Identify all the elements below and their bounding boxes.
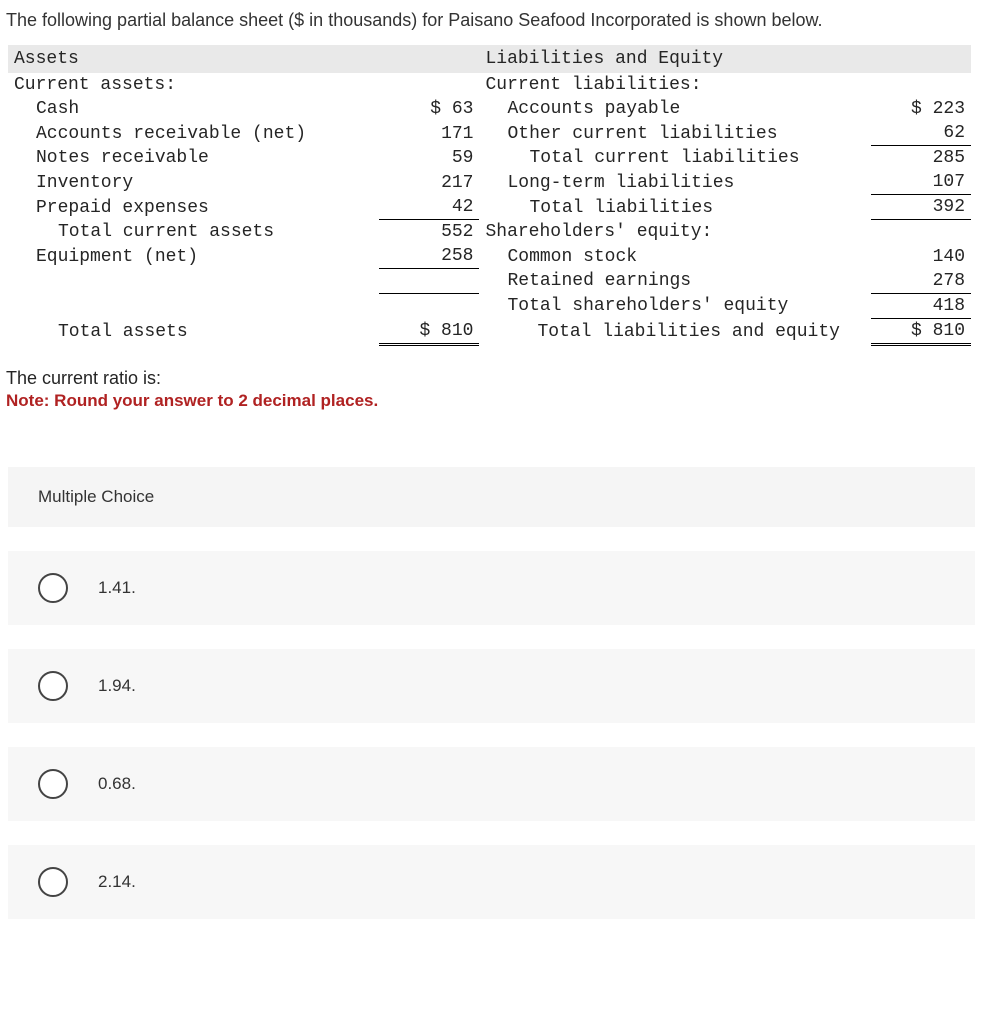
cash-amount: $ 63 [379,97,479,121]
radio-icon [38,867,68,897]
current-liabilities-title: Current liabilities: [479,73,971,97]
accounts-payable-amount: $ 223 [871,97,971,121]
tl-label: Total liabilities [479,195,870,220]
se-title: Shareholders' equity: [479,220,870,245]
radio-icon [38,671,68,701]
cs-amount: 140 [871,244,971,269]
assets-header: Assets [8,45,479,73]
ar-amount: 171 [379,121,479,146]
eq-label: Equipment (net) [8,244,379,269]
blank-label-2 [8,293,379,318]
option-d[interactable]: 2.14. [8,845,975,919]
current-assets-title: Current assets: [8,73,479,97]
eq-amount: 258 [379,244,479,269]
option-a-label: 1.41. [98,578,136,598]
pp-amount: 42 [379,195,479,220]
re-label: Retained earnings [479,269,870,294]
page: The following partial balance sheet ($ i… [0,0,983,959]
inv-amount: 217 [379,170,479,195]
liab-equity-header: Liabilities and Equity [479,45,971,73]
radio-icon [38,573,68,603]
option-c-label: 0.68. [98,774,136,794]
ta-label: Total assets [8,318,379,344]
blank-amount-3 [379,293,479,318]
ltl-label: Long-term liabilities [479,170,870,195]
rounding-note: Note: Round your answer to 2 decimal pla… [0,389,983,411]
multiple-choice-heading: Multiple Choice [8,467,975,527]
tca-amount: 552 [379,220,479,245]
ltl-amount: 107 [871,170,971,195]
tse-label: Total shareholders' equity [479,293,870,318]
blank-amount-2 [379,269,479,294]
multiple-choice-block: Multiple Choice 1.41. 1.94. 0.68. 2.14. [8,467,975,919]
tle-label: Total liabilities and equity [479,318,870,344]
tl-amount: 392 [871,195,971,220]
balance-sheet-header-row: Assets Liabilities and Equity [8,45,971,73]
option-b-label: 1.94. [98,676,136,696]
tca-label: Total current assets [8,220,379,245]
nr-label: Notes receivable [8,146,379,171]
option-c[interactable]: 0.68. [8,747,975,821]
option-b[interactable]: 1.94. [8,649,975,723]
cs-label: Common stock [479,244,870,269]
tse-amount: 418 [871,293,971,318]
re-amount: 278 [871,269,971,294]
cash-label: Cash [8,97,379,121]
pp-label: Prepaid expenses [8,195,379,220]
inv-label: Inventory [8,170,379,195]
blank-amount-1 [871,220,971,245]
option-d-label: 2.14. [98,872,136,892]
ocl-amount: 62 [871,121,971,146]
ocl-label: Other current liabilities [479,121,870,146]
ar-label: Accounts receivable (net) [8,121,379,146]
question-text: The current ratio is: [0,346,983,389]
intro-text: The following partial balance sheet ($ i… [0,10,983,45]
blank-label-1 [8,269,379,294]
balance-sheet-table: Assets Liabilities and Equity Current as… [8,45,971,346]
tle-amount: $ 810 [871,318,971,344]
option-a[interactable]: 1.41. [8,551,975,625]
radio-icon [38,769,68,799]
tcl-label: Total current liabilities [479,146,870,171]
accounts-payable-label: Accounts payable [479,97,870,121]
nr-amount: 59 [379,146,479,171]
ta-amount: $ 810 [379,318,479,344]
tcl-amount: 285 [871,146,971,171]
